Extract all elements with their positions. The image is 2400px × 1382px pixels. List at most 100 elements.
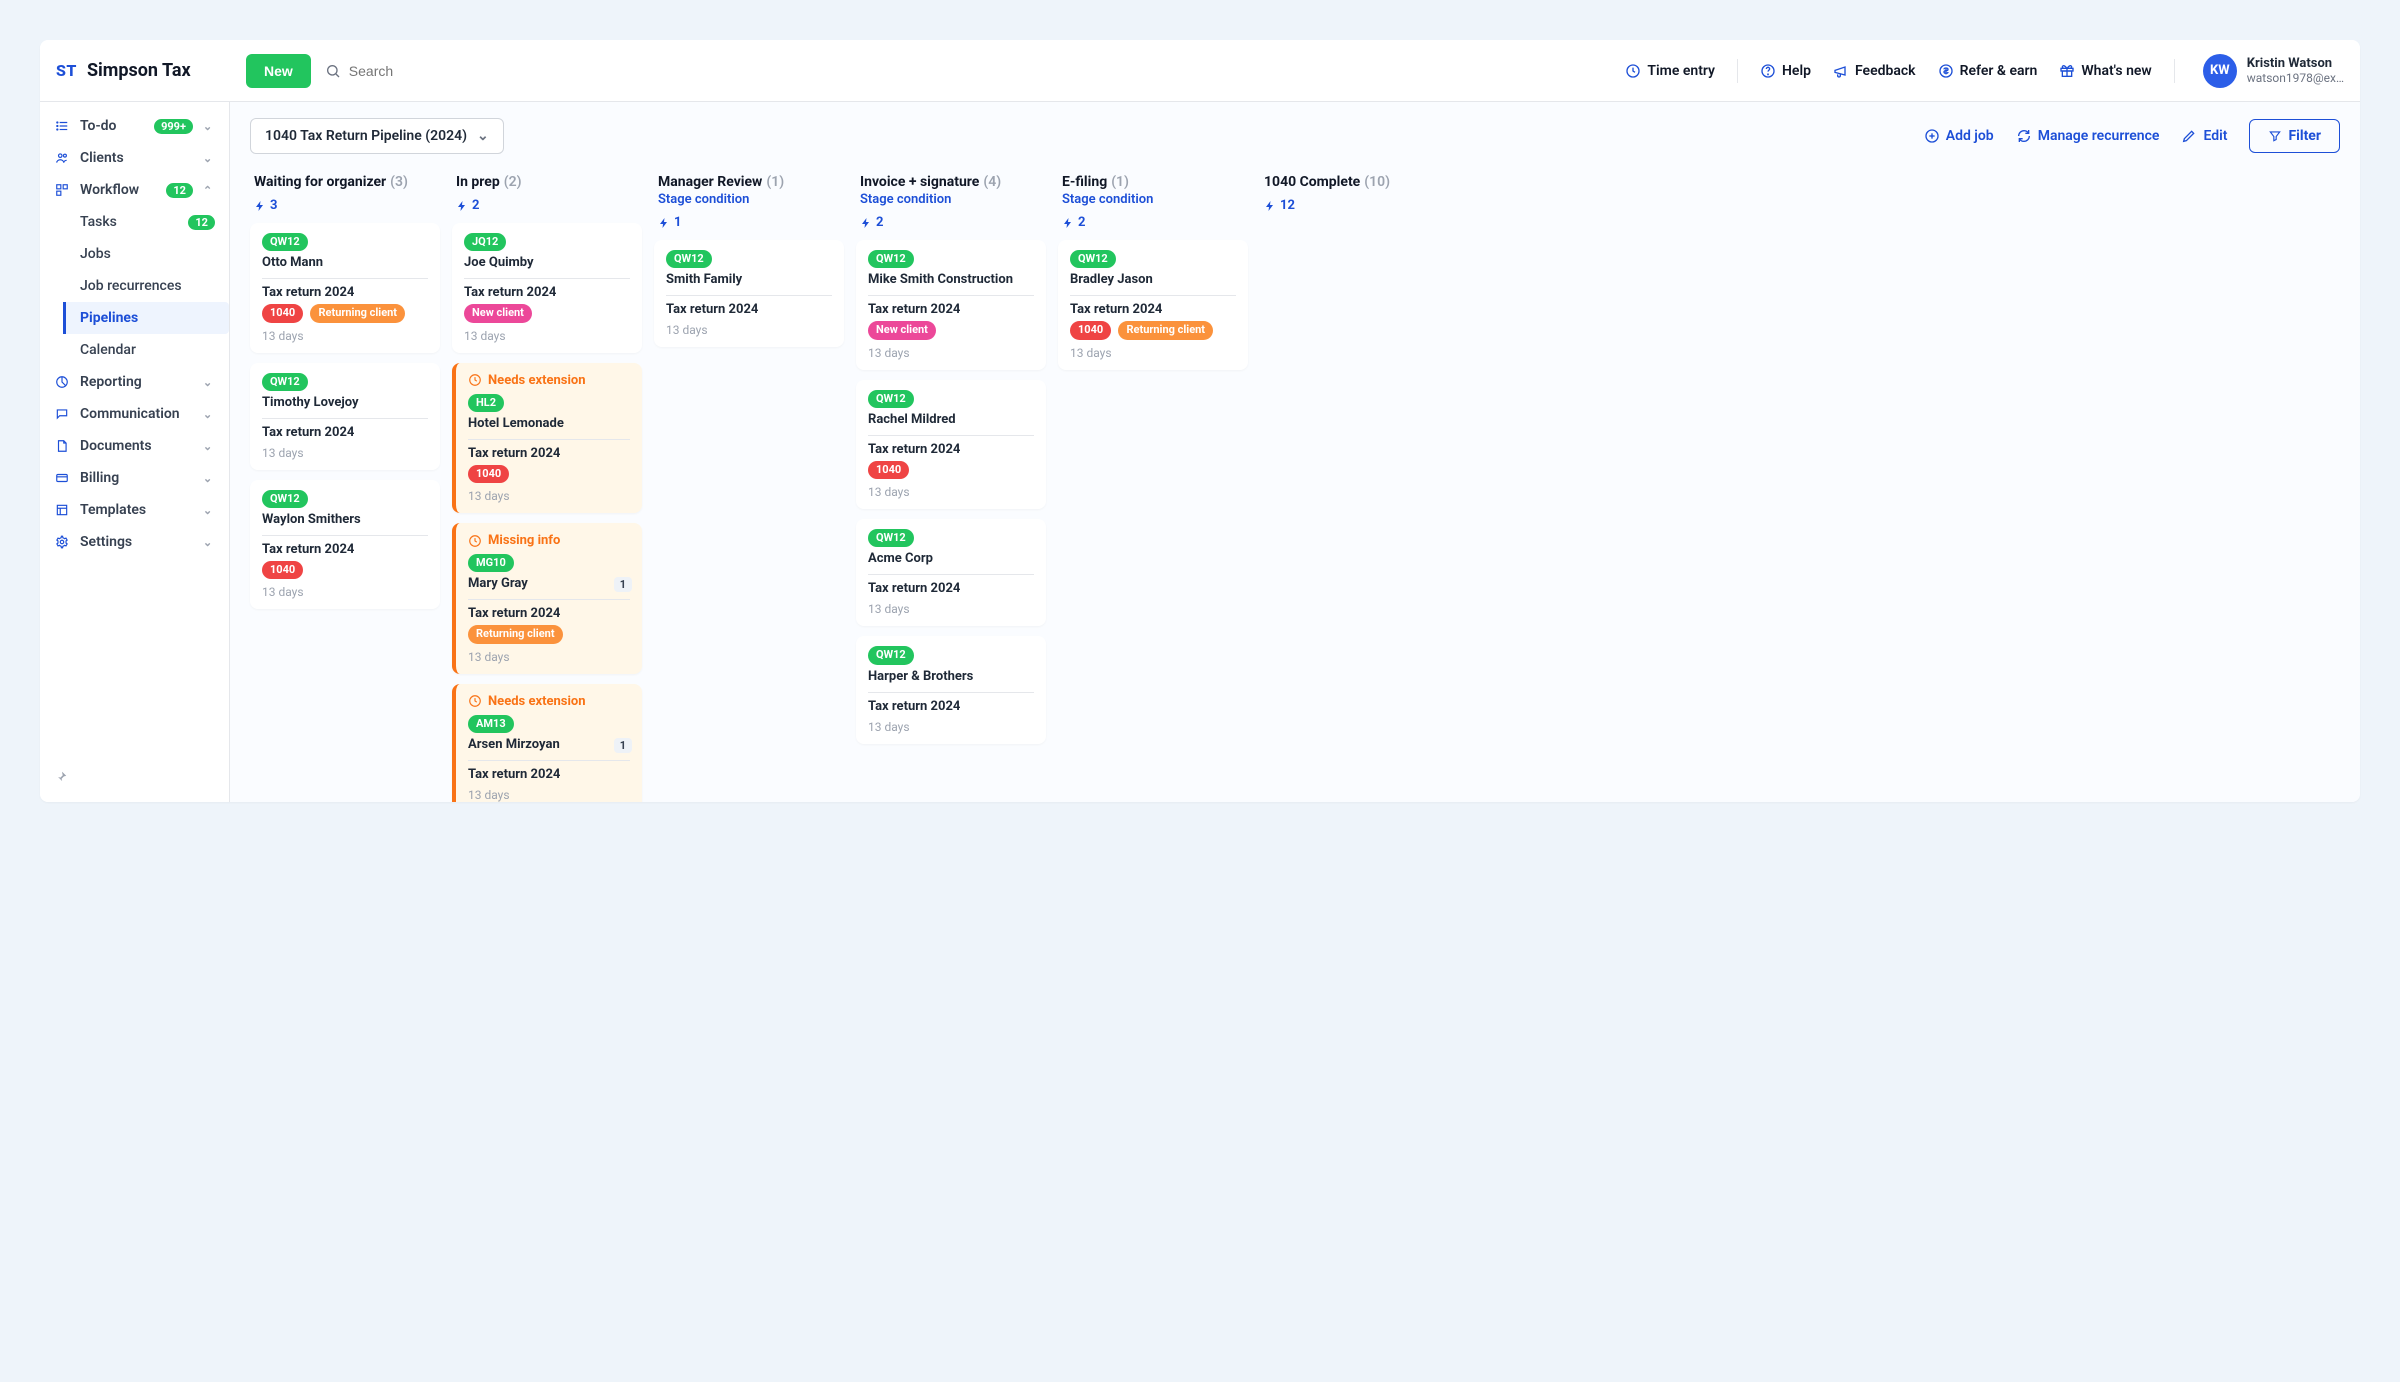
help-button[interactable]: Help [1760,63,1811,79]
sidebar-item-label: Jobs [80,246,215,262]
job-card[interactable]: QW12 Mike Smith Construction Tax return … [856,240,1046,370]
sidebar-item-reporting[interactable]: Reporting ⌄ [40,366,229,398]
edit-button[interactable]: Edit [2181,128,2227,144]
job-card[interactable]: QW12 Bradley Jason Tax return 2024 1040 … [1058,240,1248,370]
time-entry-label: Time entry [1647,63,1715,79]
column-title: Invoice + signature [860,174,979,190]
sidebar-item-documents[interactable]: Documents ⌄ [40,430,229,462]
automation-count[interactable]: 3 [254,198,436,213]
column-1040-complete: 1040 Complete (10) 12 [1260,170,1450,782]
brand: ST Simpson Tax [56,60,246,81]
column-title: In prep [456,174,500,190]
stage-condition-link[interactable]: Stage condition [1062,192,1244,207]
add-job-button[interactable]: Add job [1924,128,1994,144]
automation-count[interactable]: 2 [860,215,1042,230]
client-chip: MG10 [468,554,514,572]
search-input[interactable] [349,63,649,79]
column-waiting-for-organizer: Waiting for organizer (3) 3 QW12 Otto Ma… [250,170,440,782]
column-title: E-filing [1062,174,1107,190]
todo-badge: 999+ [154,119,193,134]
sidebar-item-workflow[interactable]: Workflow 12 ⌃ [40,174,229,206]
sidebar-item-jobs[interactable]: Jobs [66,238,229,270]
job-card[interactable]: QW12 Rachel Mildred Tax return 2024 1040… [856,380,1046,510]
column-title: 1040 Complete [1264,174,1360,190]
bolt-icon [254,200,266,212]
refresh-icon [2016,128,2032,144]
card-icon [54,471,70,485]
automation-count[interactable]: 2 [456,198,638,213]
job-title: Tax return 2024 [468,606,630,621]
chevron-down-icon: ⌄ [203,376,215,389]
filter-button[interactable]: Filter [2249,119,2340,153]
sidebar-item-label: Job recurrences [80,278,215,294]
sidebar-item-pipelines[interactable]: Pipelines [63,302,229,334]
kanban-board: Waiting for organizer (3) 3 QW12 Otto Ma… [230,164,2360,802]
filter-icon [2268,129,2282,143]
client-chip: QW12 [868,390,914,408]
users-icon [54,151,70,165]
client-chip: QW12 [868,250,914,268]
workflow-icon [54,183,70,197]
job-title: Tax return 2024 [468,446,630,461]
warning-label: Needs extension [488,373,586,388]
feedback-button[interactable]: Feedback [1833,63,1916,79]
filter-label: Filter [2288,128,2321,144]
job-card[interactable]: Needs extension AM13 1 Arsen Mirzoyan Ta… [452,684,642,802]
automation-count[interactable]: 2 [1062,215,1244,230]
job-card[interactable]: JQ12 Joe Quimby Tax return 2024 New clie… [452,223,642,353]
column-manager-review: Manager Review (1) Stage condition 1 QW1… [654,170,844,782]
sidebar-item-tasks[interactable]: Tasks 12 [66,206,229,238]
job-card[interactable]: Needs extension HL2 Hotel Lemonade Tax r… [452,363,642,514]
chevron-down-icon: ⌄ [477,128,489,144]
job-card[interactable]: QW12 Acme Corp Tax return 2024 13 days [856,519,1046,626]
add-job-label: Add job [1946,128,1994,144]
job-card[interactable]: QW12 Otto Mann Tax return 2024 1040 Retu… [250,223,440,353]
search-box[interactable] [325,63,649,79]
client-chip: QW12 [666,250,712,268]
sidebar-item-todo[interactable]: To-do 999+ ⌄ [40,110,229,142]
pipeline-select[interactable]: 1040 Tax Return Pipeline (2024) ⌄ [250,118,504,154]
sidebar-item-settings[interactable]: Settings ⌄ [40,526,229,558]
tag-1040: 1040 [262,561,303,579]
brand-logo: ST [56,61,77,80]
sidebar-item-clients[interactable]: Clients ⌄ [40,142,229,174]
plus-circle-icon [1924,128,1940,144]
card-count-badge: 1 [614,577,632,592]
job-card[interactable]: QW12 Timothy Lovejoy Tax return 2024 13 … [250,363,440,470]
manage-recurrence-button[interactable]: Manage recurrence [2016,128,2160,144]
sidebar-item-calendar[interactable]: Calendar [66,334,229,366]
stage-condition-link[interactable]: Stage condition [860,192,1042,207]
pin-sidebar-button[interactable] [40,760,229,794]
automation-count[interactable]: 12 [1264,198,1446,213]
sidebar-item-billing[interactable]: Billing ⌄ [40,462,229,494]
sidebar-workflow-children: Tasks 12 Jobs Job recurrences Pipelines … [40,206,229,366]
days-text: 13 days [468,788,630,802]
sidebar-item-job-recurrences[interactable]: Job recurrences [66,270,229,302]
job-title: Tax return 2024 [1070,302,1236,317]
chevron-down-icon: ⌄ [203,120,215,133]
client-name: Otto Mann [262,255,428,270]
user-menu[interactable]: KW Kristin Watson watson1978@ex… [2203,54,2344,88]
job-card[interactable]: QW12 Waylon Smithers Tax return 2024 104… [250,480,440,610]
tag-new-client: New client [868,321,936,339]
header-actions: Time entry Help Feedback Refer & earn [1625,54,2344,88]
client-chip: HL2 [468,394,504,412]
chevron-up-icon: ⌃ [203,184,215,197]
megaphone-icon [1833,63,1849,79]
job-card[interactable]: QW12 Harper & Brothers Tax return 2024 1… [856,636,1046,743]
stage-condition-link[interactable]: Stage condition [658,192,840,207]
refer-button[interactable]: Refer & earn [1938,63,2038,79]
sidebar-item-templates[interactable]: Templates ⌄ [40,494,229,526]
whatsnew-button[interactable]: What's new [2059,63,2151,79]
days-text: 13 days [1070,346,1236,360]
job-card[interactable]: Missing info MG10 1 Mary Gray Tax return… [452,523,642,674]
pipeline-select-label: 1040 Tax Return Pipeline (2024) [265,128,467,144]
job-card[interactable]: QW12 Smith Family Tax return 2024 13 day… [654,240,844,347]
automation-count[interactable]: 1 [658,215,840,230]
time-entry-button[interactable]: Time entry [1625,63,1715,79]
new-button[interactable]: New [246,54,311,88]
avatar: KW [2203,54,2237,88]
sidebar-item-communication[interactable]: Communication ⌄ [40,398,229,430]
client-name: Smith Family [666,272,832,287]
main-content: 1040 Tax Return Pipeline (2024) ⌄ Add jo… [230,102,2360,802]
